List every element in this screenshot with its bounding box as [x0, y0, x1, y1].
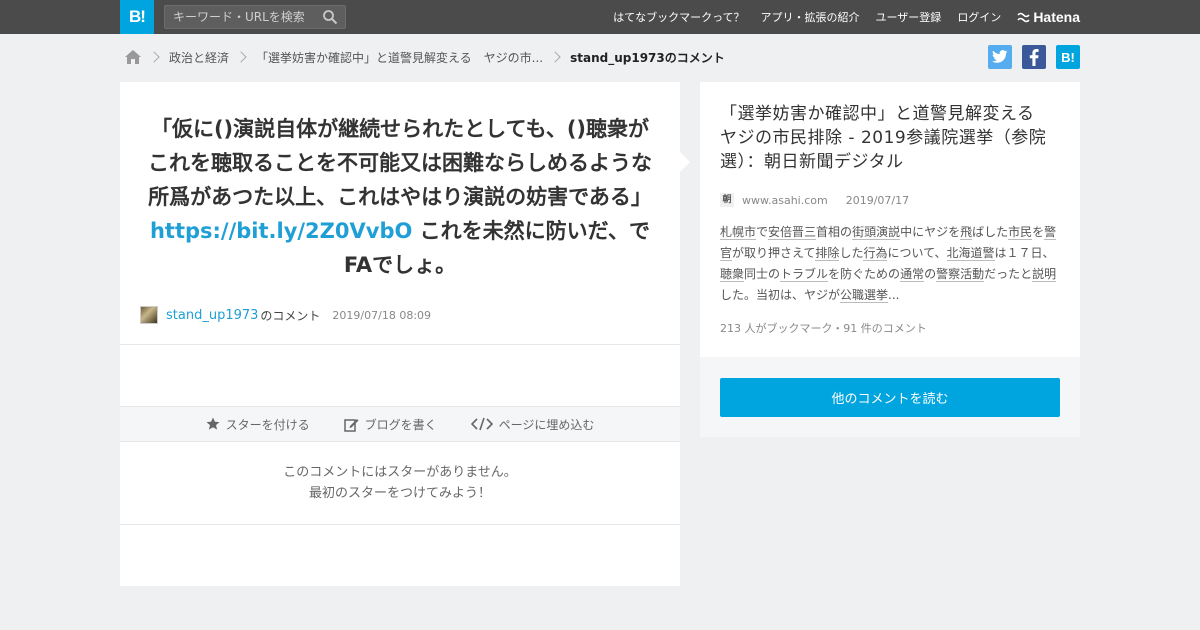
keyword-link[interactable]: 通常 — [900, 267, 925, 282]
description-text: を — [1032, 225, 1045, 239]
description-text: した — [839, 246, 864, 260]
description-text: を防ぐための — [828, 267, 901, 281]
chevron-right-icon — [549, 51, 561, 63]
description-text: について、 — [887, 246, 947, 260]
entry-title-link[interactable]: 「選挙妨害か確認中」と道警見解変える ヤジの市民排除 - 2019参議院選挙（参… — [720, 102, 1066, 174]
share-buttons: B! — [988, 45, 1080, 69]
read-more-comments-button[interactable]: 他のコメントを読む — [720, 378, 1060, 417]
description-text: だったと — [984, 267, 1033, 281]
comment-text-before: 「仮に()演説自体が継続せられたとしても、()聴衆がこれを聴取ることを不可能又は… — [148, 117, 652, 209]
chevron-right-icon — [235, 51, 247, 63]
entry-card: 「選挙妨害か確認中」と道警見解変える ヤジの市民排除 - 2019参議院選挙（参… — [700, 82, 1080, 357]
keyword-link[interactable]: 市民 — [1008, 225, 1033, 240]
divider — [120, 344, 680, 345]
comment-card: 「仮に()演説自体が継続せられたとしても、()聴衆がこれを聴取ることを不可能又は… — [120, 82, 690, 586]
description-text: 中にヤジを — [900, 225, 961, 239]
description-text: が取り押さえて — [732, 246, 816, 260]
entry-meta: 朝 www.asahi.com 2019/07/17 — [720, 192, 909, 208]
comment-suffix: のコメント — [260, 308, 321, 323]
keyword-link[interactable]: 説明 — [1032, 267, 1057, 282]
entry-description: 札幌市で安倍晋三首相の街頭演説中にヤジを飛ばした市民を警官が取り押さえて排除した… — [720, 222, 1060, 306]
entry-date: 2019/07/17 — [845, 193, 910, 207]
comment-meta: stand_up1973 のコメント 2019/07/18 08:09 — [140, 306, 431, 324]
description-text: で — [756, 225, 769, 239]
keyword-link[interactable]: 飛 — [960, 225, 973, 240]
description-text: 同士の — [744, 267, 781, 281]
search-icon[interactable] — [322, 9, 338, 25]
no-star-message: このコメントにはスターがありません。 最初のスターをつけてみよう！ — [120, 462, 680, 504]
embed-label: ページに埋め込む — [498, 417, 595, 432]
facebook-share-button[interactable] — [1022, 45, 1046, 69]
home-icon[interactable] — [124, 49, 142, 65]
avatar[interactable] — [140, 306, 158, 324]
no-star-line-2: 最初のスターをつけてみよう！ — [308, 486, 491, 501]
nav-about-link[interactable]: はてなブックマークって？ — [613, 9, 744, 25]
nav-register-link[interactable]: ユーザー登録 — [876, 9, 942, 25]
keyword-link[interactable]: トラブル — [780, 267, 829, 282]
breadcrumb: 政治と経済 「選挙妨害か確認中」と道警見解変える ヤジの市... stand_u… — [124, 46, 725, 68]
star-icon — [206, 417, 220, 430]
write-blog-label: ブログを書く — [364, 417, 437, 432]
keyword-link[interactable]: 街頭演説 — [852, 225, 901, 240]
divider — [120, 524, 680, 525]
description-text: は１７日、 — [994, 246, 1055, 260]
breadcrumb-entry[interactable]: 「選挙妨害か確認中」と道警見解変える ヤジの市... — [256, 49, 543, 66]
more-comments-panel: 他のコメントを読む — [700, 357, 1080, 437]
add-star-label: スターを付ける — [225, 417, 310, 432]
hatena-bookmark-share-button[interactable]: B! — [1056, 45, 1080, 69]
keyword-link[interactable]: 警察活動 — [936, 267, 985, 282]
description-text: 首相の — [816, 225, 853, 239]
description-text: ばした — [972, 225, 1009, 239]
write-blog-button[interactable]: ブログを書く — [343, 416, 437, 433]
keyword-link[interactable]: 聴衆 — [720, 267, 745, 282]
description-text: した。当初は、ヤジが — [720, 288, 841, 302]
keyword-link[interactable]: 行為 — [863, 246, 888, 261]
keyword-link[interactable]: 排除 — [815, 246, 840, 261]
entry-domain-link[interactable]: www.asahi.com — [742, 194, 828, 207]
keyword-link[interactable]: 札幌市 — [720, 225, 757, 240]
nav-login-link[interactable]: ログイン — [957, 9, 1001, 25]
site-favicon: 朝 — [720, 193, 734, 207]
keyword-link[interactable]: 北海道警 — [946, 246, 995, 261]
embed-button[interactable]: ページに埋め込む — [470, 416, 595, 433]
nav-apps-link[interactable]: アプリ・拡張の紹介 — [761, 9, 860, 25]
hatena-bookmark-logo[interactable]: B! — [120, 0, 154, 34]
comment-link[interactable]: https://bit.ly/2Z0VvbO — [150, 219, 412, 243]
search-input[interactable] — [165, 6, 315, 28]
twitter-icon — [992, 50, 1008, 63]
no-star-line-1: このコメントにはスターがありません。 — [283, 465, 517, 480]
search-box — [164, 5, 346, 29]
comment-body: 「仮に()演説自体が継続せられたとしても、()聴衆がこれを聴取ることを不可能又は… — [148, 112, 652, 282]
comment-user-link[interactable]: stand_up1973 — [166, 308, 258, 323]
breadcrumb-category[interactable]: 政治と経済 — [169, 49, 229, 66]
hatena-icon — [1017, 12, 1030, 22]
hatena-label: Hatena — [1033, 9, 1080, 25]
add-star-button[interactable]: スターを付ける — [206, 416, 310, 433]
facebook-icon — [1029, 48, 1039, 66]
top-nav: はてなブックマークって？ アプリ・拡張の紹介 ユーザー登録 ログイン Haten… — [613, 0, 1080, 34]
keyword-link[interactable]: 公職選挙 — [840, 288, 889, 303]
breadcrumb-current: stand_up1973のコメント — [570, 50, 725, 65]
keyword-link[interactable]: 安倍晋三 — [768, 225, 817, 240]
twitter-share-button[interactable] — [988, 45, 1012, 69]
edit-icon — [343, 418, 359, 432]
description-text: の — [924, 267, 937, 281]
comment-timestamp: 2019/07/18 08:09 — [332, 308, 432, 322]
code-icon — [470, 417, 493, 431]
description-text: ... — [888, 288, 900, 302]
comment-toolbar: スターを付ける ブログを書く ページに埋め込む — [120, 406, 680, 442]
entry-stats[interactable]: 213 人がブックマーク・91 件のコメント — [720, 320, 927, 336]
chevron-right-icon — [148, 51, 160, 63]
top-bar: B! はてなブックマークって？ アプリ・拡張の紹介 ユーザー登録 ログイン Ha… — [0, 0, 1200, 34]
hatena-link[interactable]: Hatena — [1017, 9, 1080, 25]
